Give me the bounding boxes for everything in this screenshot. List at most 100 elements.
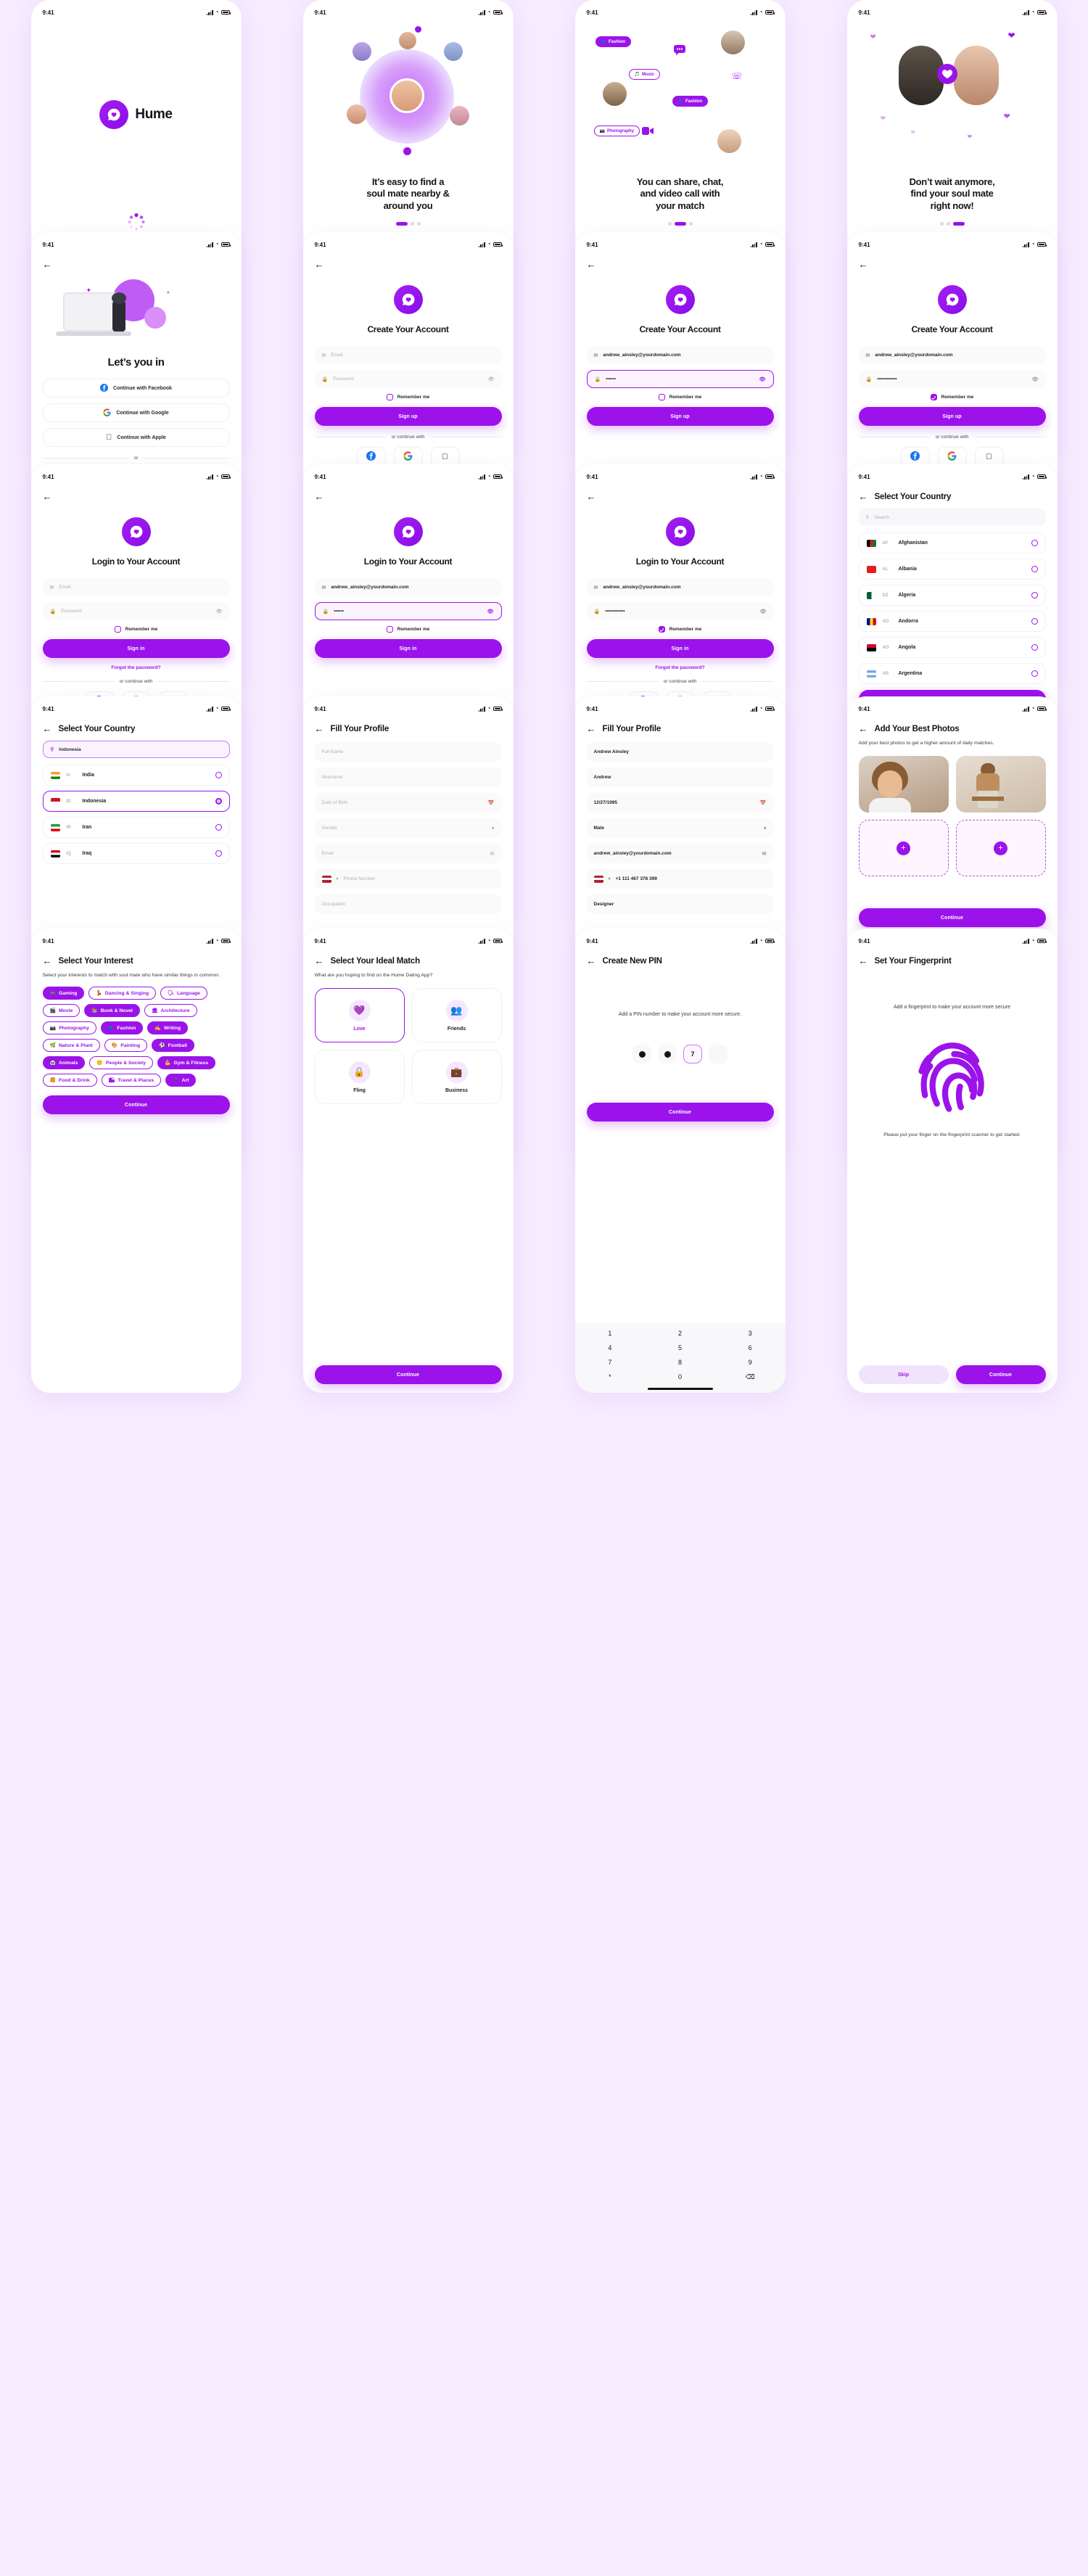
sign-in-button[interactable]: Sign in: [314, 639, 502, 658]
sign-up-button[interactable]: Sign up: [858, 407, 1046, 426]
email-field[interactable]: ✉ Email: [42, 578, 230, 596]
phone-number-field[interactable]: ▾ Phone Number: [314, 869, 502, 889]
occupation-field[interactable]: Occupation: [314, 894, 502, 914]
apple-button[interactable]: : [974, 447, 1004, 466]
country-radio[interactable]: [1031, 644, 1038, 651]
email-field[interactable]: ✉ andrew_ainsley@yourdomain.com: [586, 346, 774, 364]
email-field[interactable]: andrew_ainsley@yourdomain.com ✉: [586, 844, 774, 863]
calendar-icon[interactable]: 📅: [760, 800, 767, 806]
country-radio-selected[interactable]: [215, 798, 222, 805]
back-arrow-icon[interactable]: ←: [587, 724, 596, 733]
interest-tag[interactable]: ✍ Writing: [147, 1021, 189, 1035]
email-field[interactable]: ✉ andrew_ainsley@yourdomain.com: [858, 346, 1046, 364]
interest-tag[interactable]: 🎬 Movie: [42, 1004, 81, 1018]
plus-icon[interactable]: +: [994, 841, 1007, 855]
sign-in-button[interactable]: Sign in: [42, 639, 230, 658]
facebook-button[interactable]: [900, 447, 930, 466]
remember-me-checkbox[interactable]: [114, 626, 121, 633]
nickname-field[interactable]: Andrew: [586, 768, 774, 787]
keypad-key[interactable]: 7: [575, 1355, 646, 1370]
country-radio[interactable]: [1031, 670, 1038, 677]
interest-tag[interactable]: 🏙 Travel & Places: [101, 1074, 162, 1087]
chevron-down-icon[interactable]: ▾: [609, 876, 611, 881]
date-of-birth-field[interactable]: 12/27/1995 📅: [586, 793, 774, 812]
interest-tag[interactable]: 🏛 Architecture: [144, 1004, 197, 1018]
continue-with-google-button[interactable]: Continue with Google: [42, 403, 230, 422]
back-arrow-icon[interactable]: ←: [587, 260, 596, 269]
table-row[interactable]: IQ Iraq: [42, 843, 230, 864]
keypad-key[interactable]: 9: [715, 1355, 786, 1370]
remember-me-checkbox[interactable]: [930, 394, 937, 400]
remember-me-checkbox[interactable]: [658, 394, 665, 400]
interest-tag[interactable]: 🌿 Nature & Plant: [42, 1039, 100, 1053]
search-input[interactable]: ⚲ Search: [858, 509, 1046, 526]
email-field[interactable]: ✉ Email: [314, 346, 502, 364]
forgot-password-link[interactable]: Forgot the password?: [587, 665, 774, 670]
back-arrow-icon[interactable]: ←: [43, 724, 52, 733]
chevron-down-icon[interactable]: ▾: [764, 826, 767, 831]
keypad-key[interactable]: 6: [715, 1341, 786, 1355]
keypad-key[interactable]: 5: [645, 1341, 715, 1355]
table-row[interactable]: AF Afghanistan: [858, 532, 1046, 554]
pin-input-group[interactable]: 7: [587, 1045, 774, 1064]
continue-button[interactable]: Continue: [314, 1365, 502, 1384]
country-radio[interactable]: [215, 772, 222, 778]
table-row[interactable]: DZ Algeria: [858, 585, 1046, 606]
keypad-key[interactable]: *: [575, 1370, 646, 1385]
keypad-key[interactable]: 3: [715, 1326, 786, 1341]
interest-tag[interactable]: 🙂 People & Society: [89, 1056, 154, 1070]
remember-me-checkbox[interactable]: [658, 626, 665, 633]
pin-digit[interactable]: [658, 1045, 677, 1064]
full-name-field[interactable]: Andrew Ainsley: [586, 742, 774, 762]
interest-tag[interactable]: 📷 Photography: [42, 1021, 96, 1035]
remember-me-checkbox[interactable]: [386, 626, 393, 633]
nickname-field[interactable]: Nickname: [314, 768, 502, 787]
match-card-love[interactable]: 💜 Love: [314, 988, 405, 1043]
email-field[interactable]: Email ✉: [314, 844, 502, 863]
toggle-password-icon[interactable]: 👁: [760, 609, 767, 614]
interest-tag[interactable]: 🕴 Art: [165, 1074, 197, 1087]
country-radio[interactable]: [1031, 592, 1038, 598]
email-field[interactable]: ✉ andrew_ainsley@yourdomain.com: [586, 578, 774, 596]
chevron-down-icon[interactable]: ▾: [337, 876, 339, 881]
continue-button[interactable]: Continue: [586, 1103, 774, 1122]
add-photo-slot[interactable]: +: [858, 820, 949, 877]
apple-button[interactable]: : [430, 447, 460, 466]
back-arrow-icon[interactable]: ←: [43, 492, 52, 501]
skip-button[interactable]: Skip: [858, 1365, 949, 1384]
facebook-button[interactable]: [356, 447, 386, 466]
keypad-key[interactable]: 1: [575, 1326, 646, 1341]
interest-tag[interactable]: 🗣 Language: [160, 987, 207, 1000]
back-arrow-icon[interactable]: ←: [859, 724, 868, 733]
table-row-selected[interactable]: ID Indonesia: [42, 791, 230, 812]
password-field[interactable]: 🔒 •••••• 👁: [314, 602, 502, 620]
keypad-key[interactable]: 2: [645, 1326, 715, 1341]
add-photo-slot[interactable]: +: [955, 820, 1046, 877]
match-card-fling[interactable]: 🔒 Fling: [314, 1050, 405, 1105]
back-arrow-icon[interactable]: ←: [587, 492, 596, 501]
continue-button[interactable]: Continue: [955, 1365, 1046, 1384]
gender-field[interactable]: Male ▾: [586, 818, 774, 838]
numeric-keypad[interactable]: 1 2 3 4 5 6 7 8 9 * 0 ⌫: [574, 1323, 786, 1393]
gender-field[interactable]: Gender ▾: [314, 818, 502, 838]
continue-with-facebook-button[interactable]: Continue with Facebook: [42, 379, 230, 398]
email-field[interactable]: ✉ andrew_ainsley@yourdomain.com: [314, 578, 502, 596]
pin-digit[interactable]: [709, 1045, 728, 1064]
country-radio[interactable]: [215, 824, 222, 831]
keypad-key[interactable]: 0: [645, 1370, 715, 1385]
table-row[interactable]: AL Albania: [858, 559, 1046, 580]
calendar-icon[interactable]: 📅: [488, 800, 495, 806]
toggle-password-icon[interactable]: 👁: [1032, 376, 1039, 382]
google-button[interactable]: [393, 447, 423, 466]
back-arrow-icon[interactable]: ←: [859, 492, 868, 501]
table-row[interactable]: In India: [42, 765, 230, 786]
fingerprint-icon[interactable]: [859, 1030, 1046, 1116]
chevron-down-icon[interactable]: ▾: [492, 826, 495, 831]
photo-thumbnail[interactable]: [858, 756, 949, 813]
back-arrow-icon[interactable]: ←: [43, 260, 52, 269]
interest-tag[interactable]: 🎮 Gaming: [42, 987, 85, 1000]
keypad-backspace-key[interactable]: ⌫: [715, 1370, 786, 1385]
date-of-birth-field[interactable]: Date of Birth 📅: [314, 793, 502, 812]
country-radio[interactable]: [1031, 618, 1038, 625]
password-field[interactable]: 🔒 •••••• 👁: [586, 370, 774, 388]
